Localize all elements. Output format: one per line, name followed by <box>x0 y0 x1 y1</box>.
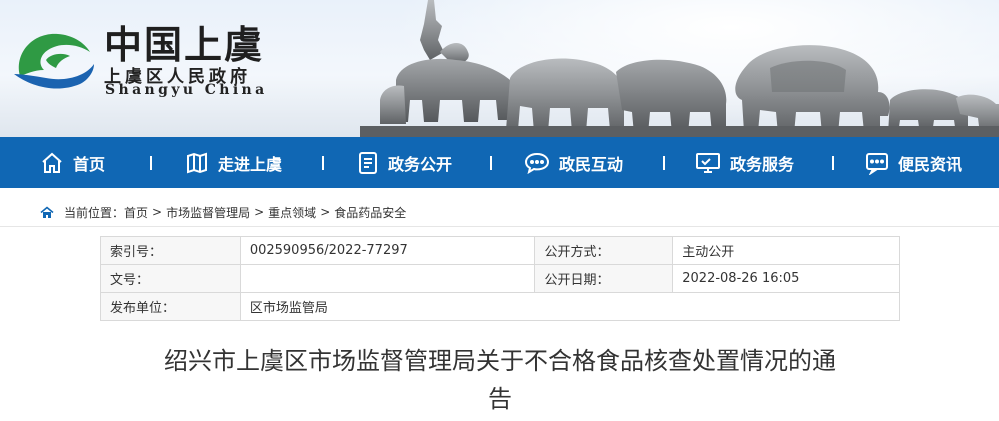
meta-key-disclosure-method: 公开方式： <box>534 236 674 265</box>
nav-separator <box>150 156 152 170</box>
nav-item-services[interactable]: 政务服务 <box>695 137 794 188</box>
brand-english: Shangyu China <box>105 82 268 98</box>
table-row: 索引号： 002590956/2022-77297 公开方式： 主动公开 <box>100 236 900 265</box>
nav-item-info[interactable]: 便民资讯 <box>865 137 962 188</box>
meta-key-disclosure-date: 公开日期： <box>534 264 674 293</box>
nav-item-about[interactable]: 走进上虞 <box>185 137 282 188</box>
breadcrumb-separator: > <box>254 205 265 219</box>
nav-separator <box>490 156 492 170</box>
nav-label-gov-open: 政务公开 <box>388 154 453 174</box>
home-icon <box>42 152 62 173</box>
meta-key-doc-number: 文号： <box>100 264 241 293</box>
home-small-icon <box>40 205 54 218</box>
elephant-sculpture-image <box>360 0 999 137</box>
map-icon <box>187 152 207 173</box>
meta-value-disclosure-method: 主动公开 <box>672 236 900 265</box>
table-row: 发布单位： 区市场监管局 <box>100 292 901 321</box>
nav-label-interaction: 政民互动 <box>559 154 624 174</box>
nav-label-services: 政务服务 <box>730 154 795 174</box>
breadcrumb-market-bureau[interactable]: 市场监督管理局 <box>166 204 250 221</box>
nav-separator <box>663 156 665 170</box>
nav-item-gov-open[interactable]: 政务公开 <box>357 137 452 188</box>
header-banner: 中国上虞 上虞区人民政府 Shangyu China <box>0 0 999 137</box>
document-title-line: 绍兴市上虞区市场监督管理局关于不合格食品核查处置情况的通 <box>164 347 836 375</box>
meta-key-publisher: 发布单位： <box>100 292 241 321</box>
nav-item-interaction[interactable]: 政民互动 <box>524 137 623 188</box>
meta-value-index: 002590956/2022-77297 <box>239 236 536 265</box>
nav-item-home[interactable]: 首页 <box>40 137 105 188</box>
meta-value-doc-number <box>239 264 536 293</box>
breadcrumb: 当前位置： 首页 > 市场监督管理局 > 重点领域 > 食品药品安全 <box>40 203 406 221</box>
message-icon <box>866 152 888 175</box>
nav-label-home: 首页 <box>73 154 106 174</box>
breadcrumb-key-areas[interactable]: 重点领域 <box>268 204 316 221</box>
document-title: 绍兴市上虞区市场监督管理局关于不合格食品核查处置情况的通 告 <box>130 342 870 418</box>
meta-key-index: 索引号： <box>100 236 241 265</box>
breadcrumb-separator: > <box>152 205 163 219</box>
shangyu-logo-icon[interactable] <box>10 24 96 100</box>
chat-icon <box>524 152 550 174</box>
document-title-line: 告 <box>488 385 512 413</box>
brand-title: 中国上虞 <box>104 22 265 67</box>
table-row: 文号： 公开日期： 2022-08-26 16:05 <box>100 264 900 293</box>
nav-label-about: 走进上虞 <box>218 154 283 174</box>
nav-label-info: 便民资讯 <box>898 154 963 174</box>
breadcrumb-prefix: 当前位置： <box>64 205 125 220</box>
breadcrumb-separator: > <box>320 205 331 219</box>
breadcrumb-home[interactable]: 首页 <box>124 204 148 221</box>
main-nav: 首页 走进上虞 政务公开 政民互动 政务服务 便民资讯 <box>0 137 999 188</box>
meta-value-publisher: 区市场监管局 <box>239 292 901 321</box>
document-icon <box>359 151 377 174</box>
nav-separator <box>322 156 324 170</box>
breadcrumb-food-drug-safety[interactable]: 食品药品安全 <box>334 204 406 221</box>
meta-value-disclosure-date: 2022-08-26 16:05 <box>672 264 900 293</box>
document-meta-table: 索引号： 002590956/2022-77297 公开方式： 主动公开 文号：… <box>100 236 901 321</box>
nav-separator <box>832 156 834 170</box>
breadcrumb-divider <box>0 226 999 227</box>
monitor-icon <box>696 152 720 173</box>
